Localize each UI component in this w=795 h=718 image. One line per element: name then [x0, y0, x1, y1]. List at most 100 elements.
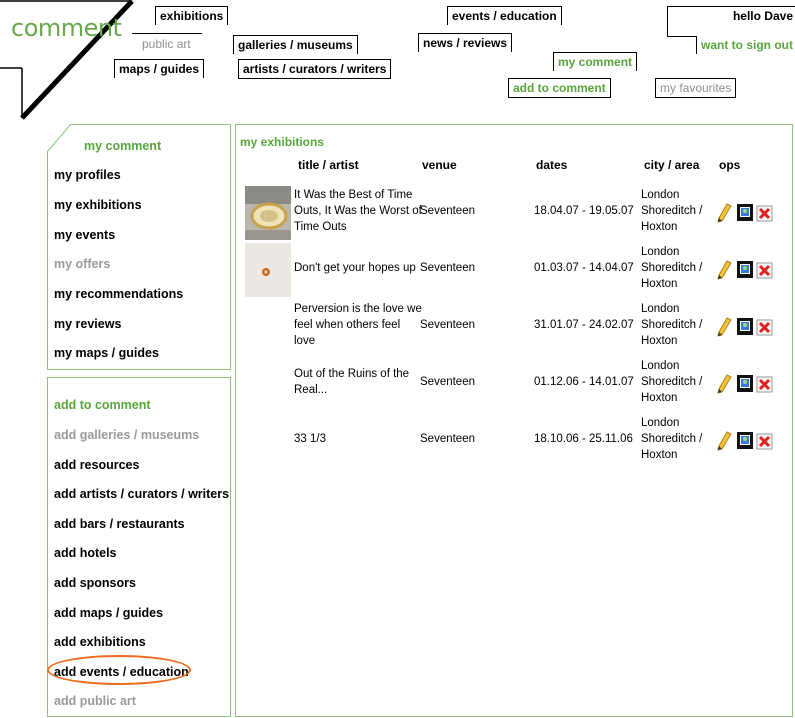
row-title-line: Don't get your hopes up: [294, 262, 416, 274]
row-city: London Shoreditch / Hoxton: [641, 244, 702, 292]
divider: [667, 6, 669, 36]
view-icon[interactable]: [736, 203, 754, 223]
row-title-line: Real...: [294, 384, 328, 396]
delete-icon[interactable]: [756, 203, 774, 223]
row-venue: Seventeen: [420, 376, 475, 388]
sidebar-item-add-hotels[interactable]: add hotels: [54, 546, 117, 560]
delete-icon[interactable]: [756, 431, 774, 451]
divider: [132, 33, 202, 35]
row-city-line: London: [641, 303, 680, 315]
view-icon[interactable]: [736, 260, 754, 280]
nav-artists-curators-writers[interactable]: artists / curators / writers: [238, 59, 392, 79]
nav-exhibitions[interactable]: exhibitions: [155, 6, 229, 25]
row-city-line: Shoreditch /: [641, 319, 703, 331]
row-venue: Seventeen: [420, 319, 475, 331]
panel-corner: [47, 124, 72, 153]
exhibition-thumbnail[interactable]: [245, 186, 291, 240]
nav-galleries-museums[interactable]: galleries / museums: [233, 35, 358, 54]
column-header-venue: venue: [422, 158, 457, 172]
add-to-comment-title[interactable]: add to comment: [54, 398, 151, 412]
sidebar-item-my-reviews[interactable]: my reviews: [54, 317, 121, 331]
row-city-line: Shoreditch /: [641, 433, 703, 445]
row-city-line: Shoreditch /: [641, 205, 703, 217]
row-dates: 01.03.07 - 14.04.07: [534, 262, 634, 274]
sidebar-item-my-recommendations[interactable]: my recommendations: [54, 287, 183, 301]
view-icon[interactable]: [736, 317, 754, 337]
row-dates: 18.10.06 - 25.11.06: [534, 433, 633, 445]
column-header-title: title / artist: [298, 158, 359, 172]
row-city-line: Hoxton: [641, 335, 678, 347]
row-dates: 01.12.06 - 14.01.07: [534, 376, 634, 388]
row-title[interactable]: Out of the Ruins of the Real...: [294, 366, 409, 398]
row-title-line: It Was the Best of Time: [294, 189, 413, 201]
row-title-line: feel when others feel: [294, 319, 401, 331]
pencil-icon[interactable]: [716, 203, 734, 223]
pencil-icon[interactable]: [716, 374, 734, 394]
nav-my-favourites[interactable]: my favourites: [655, 78, 737, 98]
sidebar-item-add-sponsors[interactable]: add sponsors: [54, 576, 136, 590]
row-title-line: Perversion is the love we: [294, 303, 422, 315]
pencil-icon[interactable]: [716, 260, 734, 280]
row-title[interactable]: Perversion is the love we feel when other…: [294, 301, 422, 349]
logo[interactable]: comment: [11, 14, 122, 42]
sidebar-item-add-events-education[interactable]: add events / education: [54, 665, 189, 679]
row-dates: 18.04.07 - 19.05.07: [534, 205, 634, 217]
row-city: London Shoreditch / Hoxton: [641, 187, 702, 235]
divider: [667, 36, 697, 38]
row-city-line: Hoxton: [641, 449, 678, 461]
row-title-line: Out of the Ruins of the: [294, 368, 410, 380]
delete-icon[interactable]: [756, 317, 774, 337]
sidebar-item-add-bars-restaurants[interactable]: add bars / restaurants: [54, 517, 185, 531]
delete-icon[interactable]: [756, 260, 774, 280]
delete-icon[interactable]: [756, 374, 774, 394]
user-greeting: hello Dave: [667, 6, 795, 25]
sidebar-item-my-events[interactable]: my events: [54, 228, 115, 242]
sidebar-item-add-public-art[interactable]: add public art: [54, 694, 136, 708]
nav-add-to-comment[interactable]: add to comment: [508, 78, 611, 98]
row-city-line: Shoreditch /: [641, 262, 703, 274]
row-city-line: London: [641, 417, 680, 429]
sidebar-item-add-maps-guides[interactable]: add maps / guides: [54, 606, 163, 620]
sidebar-item-my-offers[interactable]: my offers: [54, 257, 110, 271]
nav-maps-guides[interactable]: maps / guides: [114, 59, 205, 78]
nav-news-reviews[interactable]: news / reviews: [418, 33, 513, 52]
pencil-icon[interactable]: [716, 431, 734, 451]
sidebar-item-add-exhibitions[interactable]: add exhibitions: [54, 635, 146, 649]
row-city: London Shoreditch / Hoxton: [641, 415, 702, 463]
nav-public-art[interactable]: public art: [138, 35, 195, 53]
column-header-ops: ops: [719, 158, 741, 172]
view-icon[interactable]: [736, 431, 754, 451]
sidebar-item-my-profiles[interactable]: my profiles: [54, 168, 121, 182]
row-title-line: Time Outs: [294, 221, 347, 233]
row-city-line: Shoreditch /: [641, 376, 703, 388]
nav-events-education[interactable]: events / education: [447, 6, 562, 25]
my-comment-panel: my comment my profiles my exhibitions my…: [47, 124, 231, 370]
pencil-icon[interactable]: [716, 317, 734, 337]
add-to-comment-panel: add to comment add galleries / museums a…: [47, 377, 231, 717]
sidebar-item-my-maps-guides[interactable]: my maps / guides: [54, 346, 159, 360]
row-venue: Seventeen: [420, 433, 475, 445]
row-city: London Shoreditch / Hoxton: [641, 358, 702, 406]
sidebar-item-my-exhibitions[interactable]: my exhibitions: [54, 198, 142, 212]
row-title-line: love: [294, 335, 316, 347]
my-comment-title[interactable]: my comment: [84, 139, 161, 153]
row-city-line: Hoxton: [641, 221, 678, 233]
row-title[interactable]: 33 1/3: [294, 431, 326, 447]
view-icon[interactable]: [736, 374, 754, 394]
exhibition-thumbnail[interactable]: [245, 243, 291, 297]
row-venue: Seventeen: [420, 262, 475, 274]
sidebar-item-add-resources[interactable]: add resources: [54, 458, 139, 472]
row-dates: 31.01.07 - 24.02.07: [534, 319, 634, 331]
row-city-line: London: [641, 189, 680, 201]
row-city-line: London: [641, 360, 680, 372]
row-title[interactable]: It Was the Best of Time Outs, It Was the …: [294, 187, 422, 235]
column-header-dates: dates: [536, 158, 568, 172]
row-title[interactable]: Don't get your hopes up: [294, 260, 416, 276]
nav-my-comment[interactable]: my comment: [553, 52, 638, 71]
row-city-line: London: [641, 246, 680, 258]
row-city: London Shoreditch / Hoxton: [641, 301, 702, 349]
sidebar-item-add-artists[interactable]: add artists / curators / writers: [54, 487, 229, 501]
sign-out-link[interactable]: want to sign out: [696, 36, 795, 54]
sidebar-item-add-galleries-museums[interactable]: add galleries / museums: [54, 428, 199, 442]
column-header-city: city / area: [644, 158, 700, 172]
